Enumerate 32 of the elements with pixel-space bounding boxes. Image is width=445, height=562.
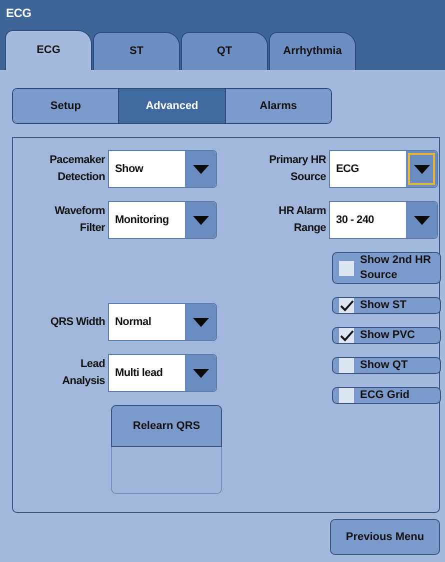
tab[interactable]: Arrhythmia	[269, 32, 356, 70]
checkbox-button[interactable]: Show PVC	[332, 327, 441, 344]
dropdown-field[interactable]: 30 - 240	[329, 201, 438, 239]
checkbox[interactable]	[339, 328, 354, 343]
subtab[interactable]: Alarms	[226, 89, 331, 123]
dropdown-field[interactable]: ECG	[329, 150, 438, 188]
checkbox-button[interactable]: Show QT	[332, 357, 441, 374]
tab[interactable]: ECG	[5, 30, 92, 70]
checkbox-button[interactable]: Show ST	[332, 297, 441, 314]
checkbox[interactable]	[339, 298, 354, 313]
checkbox-button[interactable]: Show 2nd HR Source	[332, 252, 441, 284]
dropdown-field[interactable]: Show	[108, 150, 217, 188]
subtab[interactable]: Setup	[13, 89, 120, 123]
dropdown-field[interactable]: Multi lead	[108, 354, 217, 392]
field-label: HR Alarm Range	[278, 204, 327, 236]
window-title: ECG	[6, 6, 32, 20]
field-label: Lead Analysis	[61, 357, 106, 389]
checkbox[interactable]	[339, 260, 354, 276]
field-label: Pacemaker Detection	[48, 153, 106, 185]
relearn-button[interactable]: Relearn QRS	[111, 405, 222, 447]
field-label: Primary HR Source	[268, 153, 327, 185]
dropdown-field[interactable]: Monitoring	[108, 201, 217, 239]
field-label: Waveform Filter	[54, 204, 106, 236]
tab[interactable]: ST	[93, 32, 180, 70]
checkbox-button[interactable]: ECG Grid	[332, 387, 441, 404]
tab[interactable]: QT	[181, 32, 268, 70]
checkbox[interactable]	[339, 358, 354, 373]
subtab[interactable]: Advanced	[119, 89, 226, 123]
dropdown-field[interactable]: Normal	[108, 303, 217, 341]
field-label: QRS Width	[49, 314, 106, 330]
previous-menu-button[interactable]: Previous Menu	[330, 519, 440, 555]
checkbox[interactable]	[339, 388, 354, 403]
